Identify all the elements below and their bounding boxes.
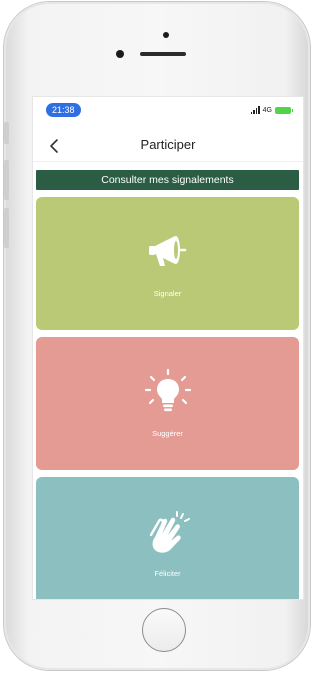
signaler-tile[interactable]: Signaler: [36, 197, 299, 330]
earpiece-speaker: [140, 52, 186, 56]
phone-frame: 21:38 4G Participer Consulter mes signal…: [4, 2, 310, 670]
volume-up-button: [4, 160, 9, 200]
lightbulb-icon: [144, 368, 191, 412]
signal-icon: [250, 106, 260, 114]
battery-icon: [275, 106, 293, 114]
camera-dot: [163, 32, 169, 38]
consult-reports-button[interactable]: Consulter mes signalements: [36, 170, 299, 190]
home-button[interactable]: [142, 608, 186, 652]
app-screen: 21:38 4G Participer Consulter mes signal…: [32, 96, 304, 600]
signaler-label: Signaler: [153, 289, 182, 298]
front-sensor: [116, 50, 124, 58]
status-time: 21:38: [46, 103, 81, 117]
suggerer-tile[interactable]: Suggérer: [36, 337, 299, 470]
navigation-bar: Participer: [33, 131, 303, 162]
volume-down-button: [4, 208, 9, 248]
megaphone-icon: [148, 236, 186, 266]
clapping-hands-icon: [149, 511, 190, 553]
mute-switch: [4, 122, 9, 144]
network-type: 4G: [262, 106, 272, 114]
status-indicators: 4G: [250, 106, 293, 114]
suggerer-label: Suggérer: [152, 429, 183, 438]
page-title: Participer: [140, 137, 196, 152]
status-bar: 21:38 4G: [33, 97, 303, 119]
feliciter-label: Féliciter: [154, 569, 181, 578]
feliciter-tile[interactable]: Féliciter: [36, 477, 299, 599]
